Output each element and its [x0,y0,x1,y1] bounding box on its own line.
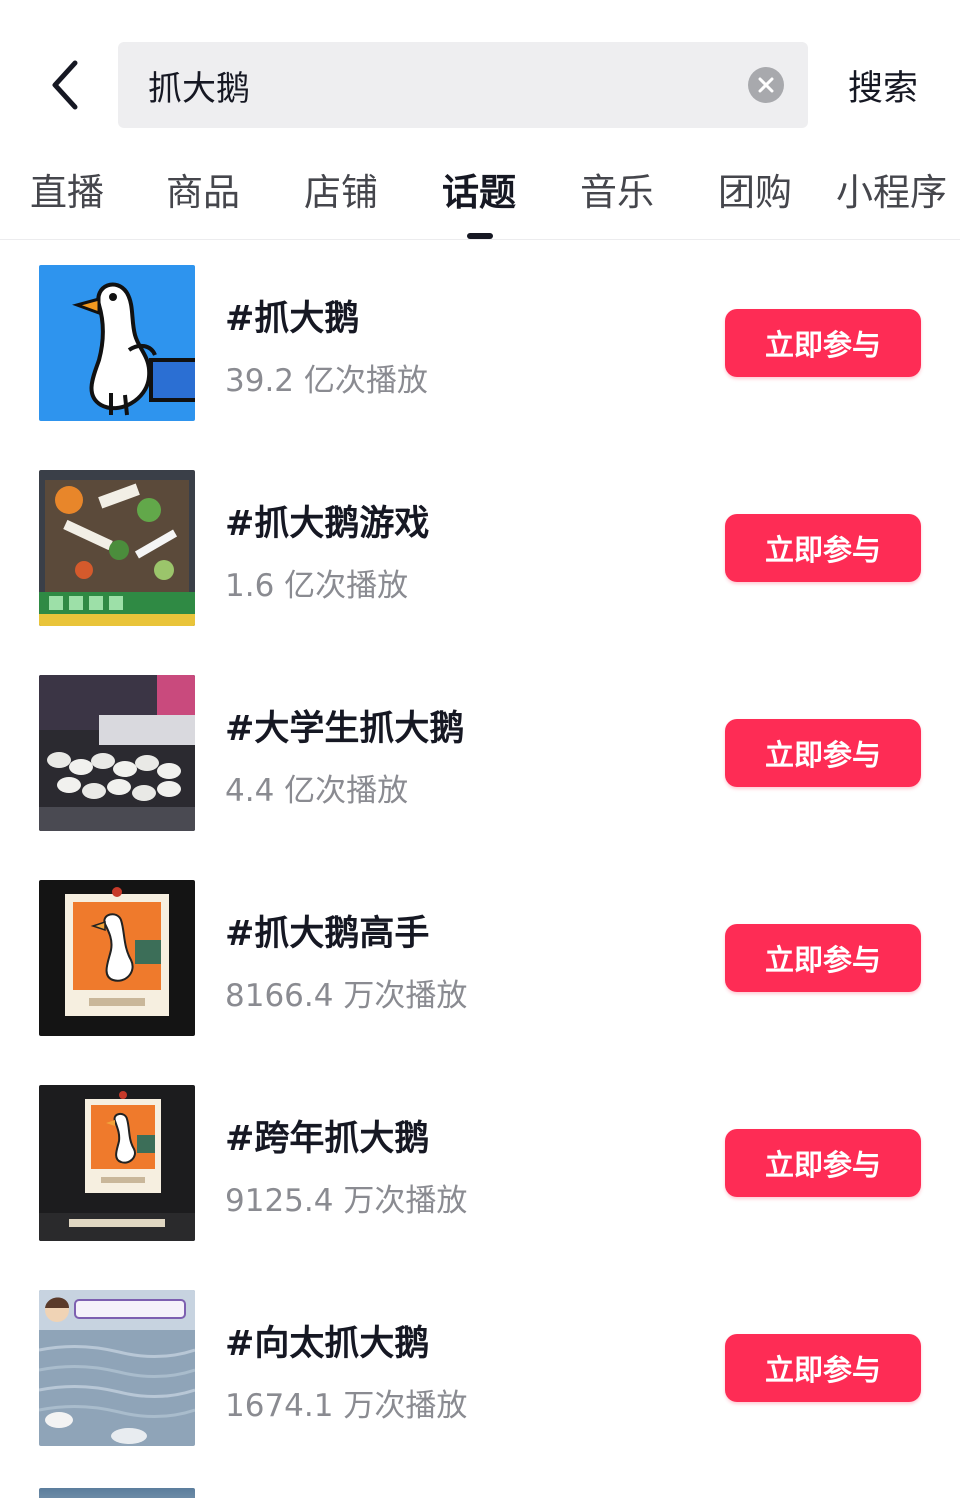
list-item[interactable]: #抓大鹅 39.2 亿次播放 立即参与 [0,240,960,445]
goose-poster-icon [39,1085,195,1241]
goose-water-photo-icon [39,1290,195,1446]
tab-shops[interactable]: 店铺 [304,168,378,228]
active-tab-indicator [467,233,493,239]
tab-music[interactable]: 音乐 [580,168,654,228]
topic-title: #跨年抓大鹅 [225,1119,430,1159]
topic-title: #抓大鹅高手 [225,914,430,954]
list-item[interactable]: #抓大鹅游戏 1.6 亿次播放 立即参与 [0,445,960,650]
join-now-button[interactable]: 立即参与 [725,719,921,787]
tab-live[interactable]: 直播 [30,168,104,228]
topic-title: #大学生抓大鹅 [225,709,465,749]
tab-products[interactable]: 商品 [166,168,240,228]
game-screenshot-icon [39,470,195,626]
list-item[interactable]: #跨年抓大鹅 9125.4 万次播放 立即参与 [0,1060,960,1265]
chevron-left-icon [52,60,78,110]
close-icon [758,77,774,93]
tab-mini-programs[interactable]: 小程序 [836,168,947,228]
topic-view-count: 39.2 亿次播放 [225,363,428,399]
clear-search-button[interactable] [748,67,784,103]
list-item[interactable]: #向太抓大鹅 1674.1 万次播放 立即参与 [0,1265,960,1470]
topic-view-count: 9125.4 万次播放 [225,1183,468,1219]
next-item-thumbnail-edge [39,1488,195,1498]
category-tabs: 直播 商品 店铺 话题 音乐 团购 小程序 [0,150,960,240]
tab-group-buy[interactable]: 团购 [718,168,792,228]
search-input[interactable] [148,42,728,128]
join-now-button[interactable]: 立即参与 [725,514,921,582]
topic-view-count: 1674.1 万次播放 [225,1388,468,1424]
topic-view-count: 1.6 亿次播放 [225,568,409,604]
join-now-button[interactable]: 立即参与 [725,924,921,992]
search-box[interactable] [118,42,808,128]
topic-view-count: 4.4 亿次播放 [225,773,409,809]
goose-poster-icon [39,880,195,1036]
join-now-button[interactable]: 立即参与 [725,1129,921,1197]
join-now-button[interactable]: 立即参与 [725,309,921,377]
list-item[interactable]: #抓大鹅高手 8166.4 万次播放 立即参与 [0,855,960,1060]
topic-title: #向太抓大鹅 [225,1324,430,1364]
geese-crowd-photo-icon [39,675,195,831]
topic-title: #抓大鹅 [225,299,360,339]
back-button[interactable] [30,50,100,120]
join-now-button[interactable]: 立即参与 [725,1334,921,1402]
list-item[interactable]: #大学生抓大鹅 4.4 亿次播放 立即参与 [0,650,960,855]
search-header: 搜索 [0,0,960,150]
search-button[interactable]: 搜索 [828,42,938,128]
tab-topics[interactable]: 话题 [442,168,516,228]
goose-cartoon-icon [39,265,195,421]
topic-view-count: 8166.4 万次播放 [225,978,468,1014]
topic-title: #抓大鹅游戏 [225,504,430,544]
